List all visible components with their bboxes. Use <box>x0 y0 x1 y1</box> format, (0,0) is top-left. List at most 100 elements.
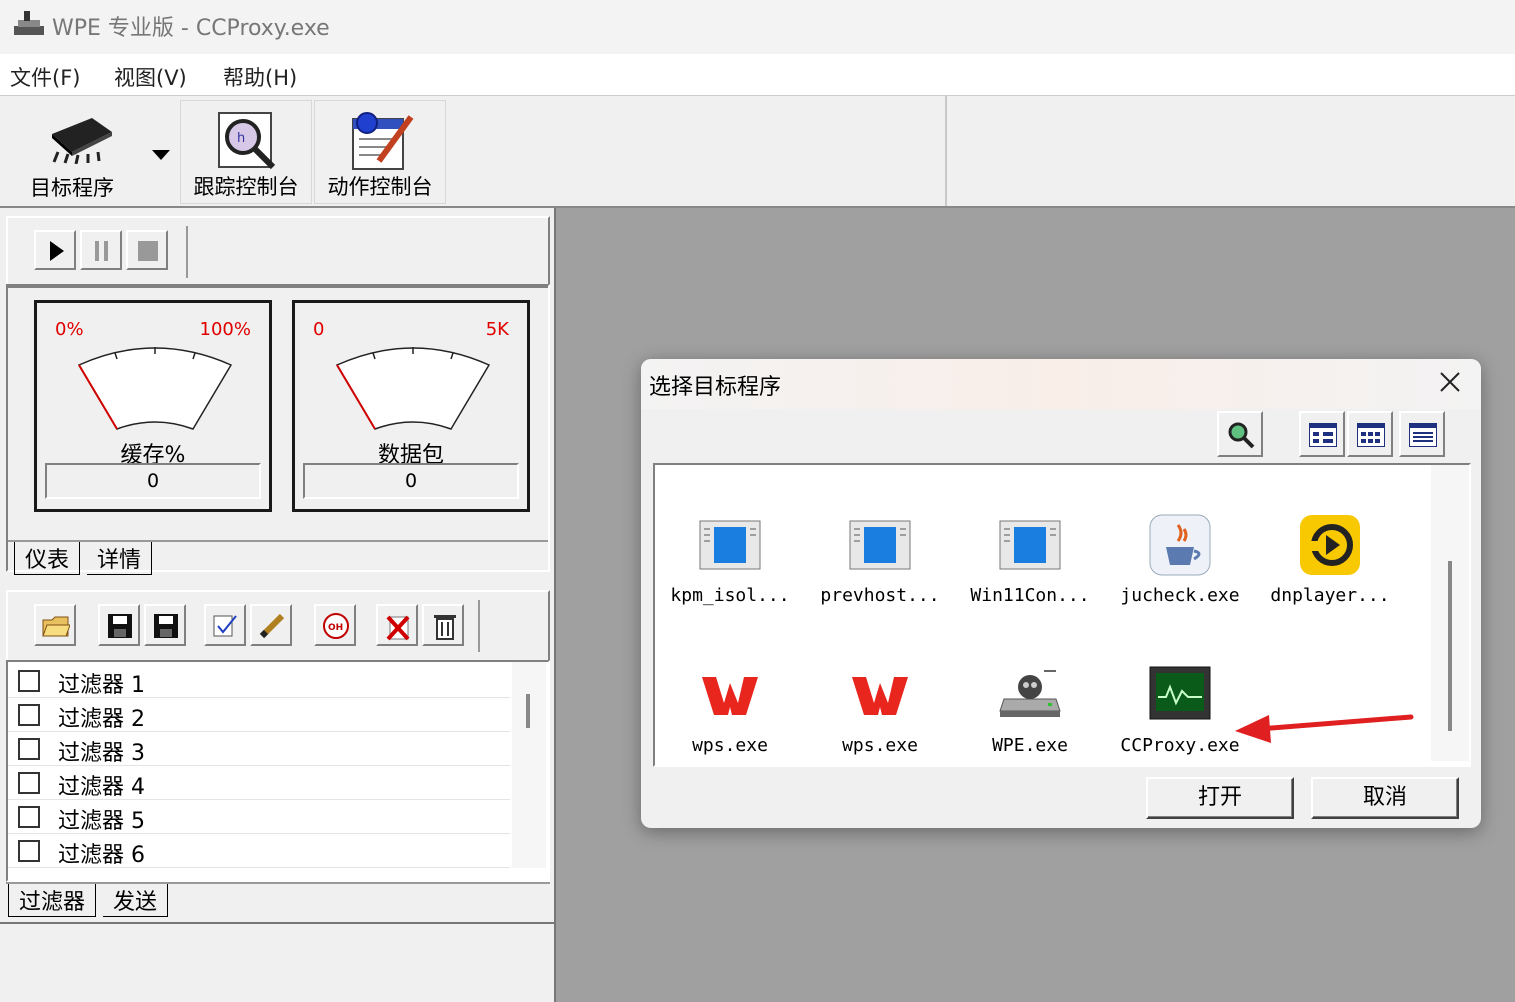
target-program-label: 目标程序 <box>30 176 114 200</box>
left-pane: 0% 100% 缓存% 0 0 5K 数据包 0 仪表 详情 OH 过滤器 1 … <box>0 208 556 1002</box>
details-view-button[interactable] <box>1399 411 1445 457</box>
packet-gauge-min: 0 <box>313 319 325 340</box>
check-all-button[interactable] <box>204 604 246 646</box>
filter-checkbox[interactable] <box>18 772 40 794</box>
filter-row[interactable]: 过滤器 1 <box>8 664 510 698</box>
chip-icon <box>52 118 112 164</box>
filter-checkbox[interactable] <box>18 840 40 862</box>
packet-gauge: 0 5K 数据包 0 <box>292 300 530 512</box>
cancel-button[interactable]: 取消 <box>1311 777 1459 819</box>
ccproxy-monitor-icon <box>1149 666 1211 720</box>
title-bar: WPE 专业版 - CCProxy.exe <box>0 0 1515 54</box>
filter-checkbox[interactable] <box>18 806 40 828</box>
wpe-skull-icon <box>999 670 1061 717</box>
status-divider <box>0 922 556 924</box>
filter-row[interactable]: 过滤器 5 <box>8 800 510 834</box>
main-toolbar: 目标程序 h 跟踪控制台 动作控制台 <box>0 96 1515 208</box>
tab-meters[interactable]: 仪表 <box>14 542 81 575</box>
capture-control-bar <box>6 216 550 288</box>
filter-checkbox[interactable] <box>18 670 40 692</box>
menu-bar: 文件(F) 视图(V) 帮助(H) <box>0 54 1515 96</box>
meter-tabs: 仪表 详情 <box>14 542 153 575</box>
filter-toolbar: OH <box>6 590 550 662</box>
process-item[interactable]: dnplayer... <box>1255 513 1405 633</box>
stop-icon <box>138 241 158 261</box>
save-button[interactable] <box>98 604 140 646</box>
filter-name: 过滤器 2 <box>58 707 145 732</box>
floppy-disk-icon <box>154 614 178 638</box>
window-title: WPE 专业版 - CCProxy.exe <box>52 16 330 41</box>
clear-filters-button[interactable] <box>422 604 464 646</box>
pane-splitter[interactable] <box>554 208 556 1002</box>
trace-console-label: 跟踪控制台 <box>193 175 299 199</box>
scrollbar-thumb[interactable] <box>1448 561 1452 731</box>
process-item[interactable]: Win11Con... <box>955 513 1105 633</box>
tab-filters[interactable]: 过滤器 <box>8 884 97 917</box>
process-name: wps.exe <box>692 735 768 756</box>
process-name: kpm_isol... <box>670 585 790 606</box>
menu-file[interactable]: 文件(F) <box>10 62 80 92</box>
wpe-app-icon <box>14 11 44 35</box>
action-console-label: 动作控制台 <box>327 175 433 199</box>
open-folder-button[interactable] <box>34 604 76 646</box>
start-capture-button[interactable] <box>34 230 76 270</box>
process-item[interactable]: wps.exe <box>805 663 955 783</box>
process-name: dnplayer... <box>1270 585 1390 606</box>
pause-icon <box>95 241 108 261</box>
menu-help[interactable]: 帮助(H) <box>223 62 297 92</box>
process-list-scrollbar[interactable] <box>1431 465 1469 761</box>
action-console-button[interactable]: 动作控制台 <box>314 100 446 204</box>
process-item[interactable]: wps.exe <box>655 663 805 783</box>
filter-name: 过滤器 6 <box>58 843 145 868</box>
find-process-button[interactable] <box>1217 411 1263 457</box>
open-button[interactable]: 打开 <box>1146 777 1294 819</box>
filter-tabs-bar: 过滤器 发送 <box>6 882 550 917</box>
search-icon <box>1228 422 1255 449</box>
pause-capture-button[interactable] <box>80 230 122 270</box>
trace-console-button[interactable]: h 跟踪控制台 <box>180 100 312 204</box>
tab-details[interactable]: 详情 <box>87 542 153 575</box>
svg-text:OH: OH <box>328 623 343 633</box>
dialog-title: 选择目标程序 <box>649 375 782 400</box>
menu-view[interactable]: 视图(V) <box>114 62 187 92</box>
edit-filter-button[interactable] <box>250 604 292 646</box>
folder-open-icon <box>42 616 70 637</box>
filter-list-scrollbar[interactable] <box>512 662 546 868</box>
filter-checkbox[interactable] <box>18 704 40 726</box>
filter-row[interactable]: 过滤器 3 <box>8 732 510 766</box>
scrollbar-thumb[interactable] <box>526 694 530 728</box>
on-off-icon: OH <box>323 613 349 639</box>
floppy-disk-icon <box>108 614 132 638</box>
filter-list: 过滤器 1 过滤器 2 过滤器 3 过滤器 4 过滤器 5 过滤器 6 <box>6 660 550 882</box>
wps-icon <box>852 677 908 715</box>
process-item[interactable]: jucheck.exe <box>1105 513 1255 633</box>
filter-name: 过滤器 1 <box>58 673 145 698</box>
close-icon[interactable] <box>1439 371 1461 393</box>
process-item[interactable]: kpm_isol... <box>655 513 805 633</box>
details-view-icon <box>1409 423 1437 447</box>
meter-panel: 0% 100% 缓存% 0 0 5K 数据包 0 仪表 详情 <box>6 284 550 575</box>
save-as-button[interactable] <box>144 604 186 646</box>
large-icons-view-button[interactable] <box>1299 411 1345 457</box>
play-icon <box>50 241 64 261</box>
small-icons-view-button[interactable] <box>1347 411 1393 457</box>
filter-row[interactable]: 过滤器 2 <box>8 698 510 732</box>
toggle-filters-button[interactable]: OH <box>314 604 356 646</box>
packet-gauge-dial <box>335 347 491 430</box>
checklist-icon <box>213 615 237 637</box>
delete-filter-button[interactable] <box>376 604 418 646</box>
trash-icon <box>434 615 456 640</box>
small-icons-view-icon <box>1357 423 1385 447</box>
filter-row[interactable]: 过滤器 6 <box>8 834 510 868</box>
stop-capture-button[interactable] <box>126 230 168 270</box>
large-icons-view-icon <box>1309 423 1337 447</box>
target-program-button[interactable]: 目标程序 <box>4 100 178 204</box>
process-item[interactable]: prevhost... <box>805 513 955 633</box>
tab-send[interactable]: 发送 <box>103 884 169 917</box>
dropdown-arrow-icon[interactable] <box>152 150 170 162</box>
filter-checkbox[interactable] <box>18 738 40 760</box>
process-item[interactable]: WPE.exe <box>955 663 1105 783</box>
pencil-document-icon <box>352 112 414 170</box>
filter-row[interactable]: 过滤器 4 <box>8 766 510 800</box>
process-name: wps.exe <box>842 735 918 756</box>
